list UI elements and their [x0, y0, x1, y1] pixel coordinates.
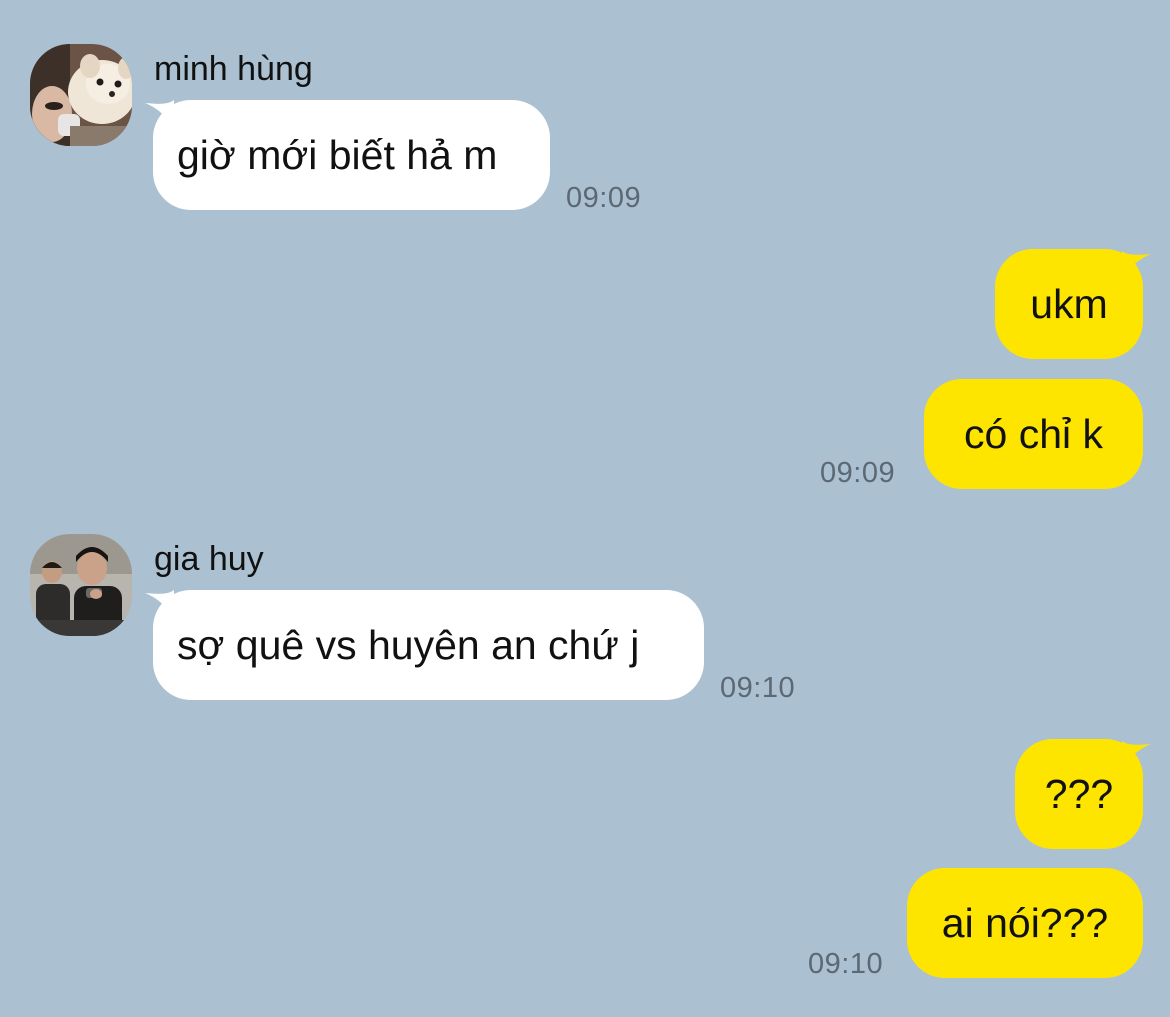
message-bubble-outgoing[interactable]: ai nói??? — [907, 868, 1143, 978]
message-timestamp: 09:09 — [566, 182, 642, 214]
avatar-photo-icon — [30, 44, 132, 146]
message-timestamp: 09:10 — [808, 948, 884, 980]
message-text: ??? — [1044, 770, 1114, 817]
message-text: giờ mới biết hả m — [177, 131, 498, 178]
message-text: sợ quê vs huyên an chứ j — [177, 621, 640, 668]
sender-name: gia huy — [154, 540, 264, 578]
message-text: ukm — [1030, 280, 1108, 327]
sender-name: minh hùng — [154, 50, 313, 88]
avatar-minh-hung[interactable] — [30, 44, 132, 146]
message-bubble-outgoing[interactable]: ukm — [995, 249, 1143, 359]
message-bubble-incoming[interactable]: sợ quê vs huyên an chứ j — [153, 590, 704, 700]
avatar-gia-huy[interactable] — [30, 534, 132, 636]
message-bubble-incoming[interactable]: giờ mới biết hả m — [153, 100, 550, 210]
message-text: có chỉ k — [964, 410, 1103, 457]
message-bubble-outgoing[interactable]: có chỉ k — [924, 379, 1143, 489]
message-timestamp: 09:09 — [820, 457, 896, 489]
message-timestamp: 09:10 — [720, 672, 796, 704]
avatar-photo-icon — [30, 534, 132, 636]
message-text: ai nói??? — [941, 899, 1109, 946]
message-bubble-outgoing[interactable]: ??? — [1015, 739, 1143, 849]
